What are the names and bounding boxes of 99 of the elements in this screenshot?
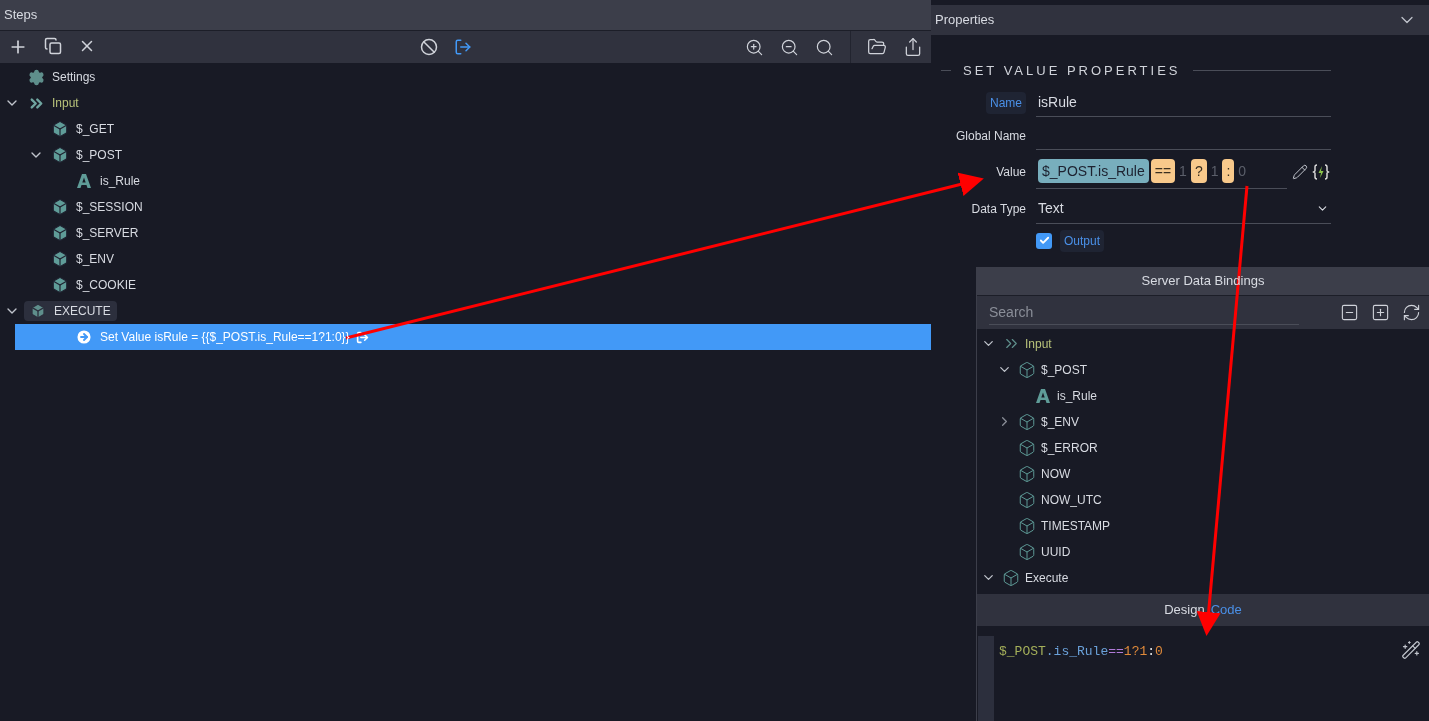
check-icon: [1038, 235, 1050, 246]
code-line: $_POST.is_Rule==1?1:0: [998, 642, 1164, 656]
cube-icon: [51, 276, 69, 294]
field-label: Value: [995, 163, 1026, 181]
checkbox-label: Output: [1060, 229, 1105, 252]
cube-icon: [51, 146, 69, 164]
cube-icon: [51, 120, 69, 138]
cube-icon: [1018, 438, 1036, 457]
field-label: Name: [986, 91, 1026, 114]
literal-token: 0: [1237, 161, 1248, 181]
cube-icon: [30, 303, 46, 319]
tree-label: Settings: [52, 69, 96, 86]
folder-icon[interactable]: [867, 37, 887, 57]
binding-label: Input: [1025, 335, 1052, 353]
binding-item[interactable]: UUID: [977, 538, 1429, 565]
execute-badge: EXECUTE: [24, 301, 117, 321]
search-box[interactable]: Search: [977, 295, 1311, 329]
editor-tab[interactable]: Design: [1164, 599, 1205, 620]
tree-item[interactable]: EXECUTE: [0, 298, 931, 324]
binding-item[interactable]: NOW_UTC: [977, 486, 1429, 513]
cube-icon: [51, 250, 69, 268]
disable-icon[interactable]: [419, 38, 438, 56]
operator-token: :: [1222, 159, 1235, 183]
output-checkbox[interactable]: [1036, 232, 1052, 249]
search-icon[interactable]: [815, 37, 834, 57]
tree-item[interactable]: Input: [0, 90, 931, 116]
cube-icon: [51, 224, 69, 242]
refresh-icon[interactable]: [1402, 302, 1421, 322]
tree-item[interactable]: $_COOKIE: [0, 272, 931, 298]
field-label: Global Name: [954, 127, 1026, 145]
panel-title: Properties: [935, 11, 995, 30]
tree-item[interactable]: $_GET: [0, 116, 931, 142]
tree-label: $_SERVER: [76, 225, 139, 242]
tree-label: Set Value isRule = {{$_POST.is_Rule==1?1:0}}: [100, 329, 350, 346]
exit-icon[interactable]: [453, 38, 472, 56]
tree-label: is_Rule: [100, 173, 141, 190]
text-field-icon: [1035, 387, 1051, 404]
literal-token: 1: [1178, 161, 1188, 181]
cube-icon: [1018, 490, 1036, 509]
exit-icon: [355, 330, 369, 344]
binding-item[interactable]: is_Rule: [977, 382, 1429, 409]
tree-label: $_SESSION: [76, 199, 143, 216]
binding-item[interactable]: Execute: [977, 564, 1429, 591]
cube-icon: [51, 198, 69, 216]
zoom-out-icon[interactable]: [780, 37, 799, 57]
expand-icon[interactable]: [1371, 302, 1390, 322]
magic-wand-icon[interactable]: [1401, 639, 1421, 660]
tree-item[interactable]: $_SESSION: [0, 194, 931, 220]
value-field[interactable]: $_POST.is_Rule == 1 ? 1 : 0: [1036, 154, 1287, 189]
binding-label: NOW: [1041, 465, 1071, 483]
binding-label: TIMESTAMP: [1041, 517, 1111, 535]
operator-token: ?: [1190, 159, 1207, 183]
field-label: Data Type: [970, 200, 1026, 218]
binding-item[interactable]: Input: [977, 330, 1429, 357]
cube-icon: [1018, 516, 1036, 535]
path-token: $_POST.is_Rule: [1038, 159, 1149, 183]
tree-item[interactable]: $_SERVER: [0, 220, 931, 246]
binding-label: $_ENV: [1041, 413, 1080, 431]
binding-label: $_POST: [1041, 361, 1088, 379]
binding-item[interactable]: NOW: [977, 460, 1429, 487]
share-icon[interactable]: [903, 37, 923, 57]
arrow-circle-icon: [75, 328, 93, 346]
pencil-icon[interactable]: [1292, 163, 1308, 180]
search-field[interactable]: Search: [989, 299, 1299, 325]
data-type-select[interactable]: Text: [1036, 193, 1331, 224]
cube-icon: [1018, 360, 1036, 379]
binding-label: Execute: [1025, 569, 1069, 587]
collapse-icon[interactable]: [1340, 302, 1359, 322]
tree-label: $_COOKIE: [76, 277, 137, 294]
tree-label: Input: [52, 95, 79, 112]
cube-icon: [1018, 464, 1036, 483]
gear-icon: [27, 68, 45, 86]
operator-token: ==: [1150, 159, 1176, 183]
section-heading: SET VALUE PROPERTIES: [963, 62, 1181, 80]
cube-icon: [1002, 568, 1020, 587]
text-field-icon: [76, 173, 92, 189]
zoom-in-icon[interactable]: [745, 37, 764, 57]
binding-label: is_Rule: [1057, 387, 1098, 405]
tree-item[interactable]: $_POST: [0, 142, 931, 168]
binding-label: $_ERROR: [1041, 439, 1098, 457]
binding-label: NOW_UTC: [1041, 491, 1102, 509]
copy-icon[interactable]: [44, 37, 62, 55]
binding-item[interactable]: $_ERROR: [977, 434, 1429, 461]
tree-item[interactable]: $_ENV: [0, 246, 931, 272]
binding-item[interactable]: $_POST: [977, 356, 1429, 383]
tree-label: $_GET: [76, 121, 114, 138]
name-field[interactable]: isRule: [1036, 88, 1331, 117]
cube-icon: [1018, 412, 1036, 431]
tree-label: $_ENV: [76, 251, 115, 268]
panel-title: Steps: [4, 6, 38, 25]
binding-label: UUID: [1041, 543, 1071, 561]
binding-item[interactable]: $_ENV: [977, 408, 1429, 435]
cube-icon: [1018, 542, 1036, 561]
tree-item[interactable]: Settings: [0, 64, 931, 90]
tree-item[interactable]: is_Rule: [0, 168, 931, 194]
lightning-braces-icon[interactable]: [1312, 162, 1330, 181]
binding-item[interactable]: TIMESTAMP: [977, 512, 1429, 539]
literal-token: 1: [1209, 161, 1220, 181]
tree-label: $_POST: [76, 147, 123, 164]
